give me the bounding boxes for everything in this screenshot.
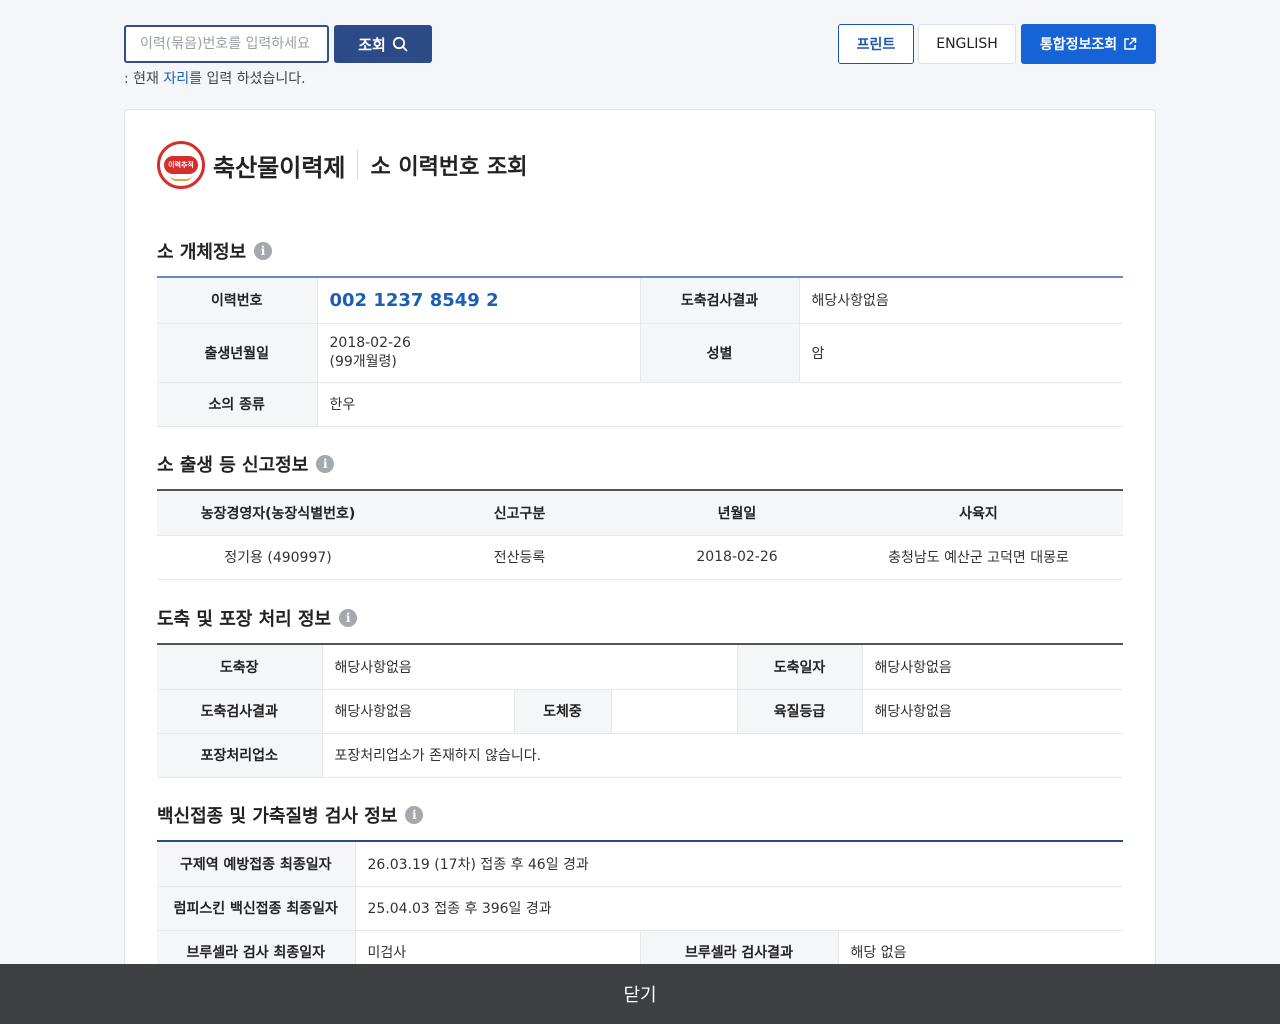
slaughterhouse-label: 도축장 — [157, 644, 322, 690]
brand-divider — [357, 150, 359, 180]
table-row: 출생년월일 2018-02-26 (99개월령) 성별 암 — [157, 323, 1123, 383]
column-header: 농장경영자(농장식별번호) — [157, 490, 399, 536]
table-row: 소의 종류 한우 — [157, 382, 1123, 427]
vaccine-info-title-text: 백신접종 및 가축질병 검사 정보 — [157, 806, 398, 827]
report-info-title: 소 출생 등 신고정보 i — [157, 451, 335, 477]
packaging-plant-label: 포장처리업소 — [157, 733, 322, 778]
carcass-weight-label: 도체중 — [513, 689, 611, 734]
slaughter-info-title: 도축 및 포장 처리 정보 i — [157, 605, 358, 631]
info-icon[interactable]: i — [339, 609, 358, 627]
table-row: 구제역 예방접종 최종일자 26.03.19 (17차) 접종 후 46일 경과 — [157, 841, 1123, 887]
slaughter-info-table: 도축장 해당사항없음 도축일자 해당사항없음 도축검사결과 해당사항없음 도체중… — [157, 643, 1123, 778]
slaughter-inspect-label: 도축검사결과 — [157, 689, 322, 734]
packaging-plant-value: 포장처리업소가 존재하지 않습니다. — [321, 733, 1123, 778]
info-icon[interactable]: i — [316, 455, 335, 473]
traceability-logo: 이력추적 — [157, 141, 205, 189]
vaccine-info-title: 백신접종 및 가축질병 검사 정보 i — [157, 802, 424, 828]
integrated-info-label: 통합정보조회 — [1039, 37, 1118, 53]
vaccine-info-table: 구제역 예방접종 최종일자 26.03.19 (17차) 접종 후 46일 경과… — [157, 840, 1123, 975]
trace-number-label: 이력번호 — [157, 277, 317, 324]
lumpy-skin-vaccine-value: 25.04.03 접종 후 396일 경과 — [354, 886, 1123, 931]
hint-prefix: : 현재 — [124, 71, 164, 87]
hint-suffix: 를 입력 하셨습니다. — [189, 71, 306, 87]
cattle-info-table: 이력번호 002 1237 8549 2 도축검사결과 해당사항없음 출생년월일… — [157, 276, 1123, 427]
logo-arc — [170, 175, 192, 181]
birth-date-text: 2018-02-26 — [329, 334, 411, 351]
cattle-type-value: 한우 — [316, 382, 1123, 427]
page-title: 소 이력번호 조회 — [370, 155, 528, 180]
meat-grade-label: 육질등급 — [736, 689, 862, 734]
report-info-title-text: 소 출생 등 신고정보 — [157, 455, 309, 476]
slaughter-inspect-value: 해당사항없음 — [321, 689, 514, 734]
external-link-icon — [1124, 37, 1137, 50]
farm-location-cell: 충청남도 예산군 고덕면 대몽로 — [834, 535, 1123, 580]
trace-number-text: 002 1237 8549 2 — [329, 289, 499, 311]
cattle-type-label: 소의 종류 — [157, 382, 317, 427]
trace-number-value: 002 1237 8549 2 — [316, 277, 640, 324]
report-date-cell: 2018-02-26 — [640, 535, 834, 580]
input-length-hint: : 현재 자리를 입력 하셨습니다. — [124, 68, 306, 88]
table-row: 도축장 해당사항없음 도축일자 해당사항없음 — [157, 644, 1123, 690]
report-type-cell: 전산등록 — [399, 535, 640, 580]
table-row: 도축검사결과 해당사항없음 도체중 육질등급 해당사항없음 — [157, 689, 1123, 734]
fmd-vaccine-label: 구제역 예방접종 최종일자 — [157, 841, 355, 887]
cattle-info-title-text: 소 개체정보 — [157, 242, 247, 263]
integrated-info-button[interactable]: 통합정보조회 — [1021, 24, 1156, 64]
farm-owner-cell: 정기용 (490997) — [157, 535, 399, 580]
slaughter-inspect-value: 해당사항없음 — [798, 277, 1123, 324]
logo-text: 이력추적 — [164, 156, 198, 174]
close-button[interactable]: 닫기 — [0, 964, 1280, 1024]
column-header: 신고구분 — [399, 490, 640, 536]
table-header-row: 농장경영자(농장식별번호) 신고구분 년월일 사육지 — [157, 490, 1123, 536]
hint-digit-count: 자리 — [163, 71, 190, 87]
birth-date-label: 출생년월일 — [157, 323, 317, 383]
brand-name: 축산물이력제 — [213, 153, 346, 182]
brand-header: 이력추적 축산물이력제 소 이력번호 조회 — [157, 140, 527, 190]
lumpy-skin-vaccine-label: 럼피스킨 백신접종 최종일자 — [157, 886, 355, 931]
trace-lookup-page: 조회 : 현재 자리를 입력 하셨습니다. 프린트 ENGLISH 통합정보조회… — [0, 0, 1280, 1024]
info-icon[interactable]: i — [405, 806, 424, 824]
slaughter-info-title-text: 도축 및 포장 처리 정보 — [157, 609, 332, 630]
search-button[interactable]: 조회 — [334, 25, 432, 63]
cattle-info-title: 소 개체정보 i — [157, 238, 273, 264]
table-row: 럼피스킨 백신접종 최종일자 25.04.03 접종 후 396일 경과 — [157, 886, 1123, 931]
birth-date-value: 2018-02-26 (99개월령) — [316, 323, 640, 383]
table-row: 정기용 (490997) 전산등록 2018-02-26 충청남도 예산군 고덕… — [157, 535, 1123, 580]
column-header: 사육지 — [834, 490, 1123, 536]
info-icon[interactable]: i — [254, 242, 273, 260]
birth-age-text: (99개월령) — [329, 353, 397, 370]
slaughterhouse-value: 해당사항없음 — [321, 644, 737, 690]
table-row: 포장처리업소 포장처리업소가 존재하지 않습니다. — [157, 733, 1123, 778]
slaughter-date-value: 해당사항없음 — [861, 644, 1123, 690]
trace-number-input[interactable] — [124, 25, 329, 63]
slaughter-date-label: 도축일자 — [736, 644, 862, 690]
report-info-table: 농장경영자(농장식별번호) 신고구분 년월일 사육지 정기용 (490997) … — [157, 489, 1123, 580]
english-button[interactable]: ENGLISH — [918, 24, 1016, 64]
sex-value: 암 — [798, 323, 1123, 383]
sex-label: 성별 — [639, 323, 799, 383]
search-button-label: 조회 — [358, 35, 386, 54]
search-icon — [392, 36, 408, 52]
slaughter-inspect-label: 도축검사결과 — [639, 277, 799, 324]
carcass-weight-value — [610, 689, 737, 734]
fmd-vaccine-value: 26.03.19 (17차) 접종 후 46일 경과 — [354, 841, 1123, 887]
column-header: 년월일 — [640, 490, 834, 536]
meat-grade-value: 해당사항없음 — [861, 689, 1123, 734]
print-button[interactable]: 프린트 — [838, 24, 914, 64]
table-row: 이력번호 002 1237 8549 2 도축검사결과 해당사항없음 — [157, 277, 1123, 324]
